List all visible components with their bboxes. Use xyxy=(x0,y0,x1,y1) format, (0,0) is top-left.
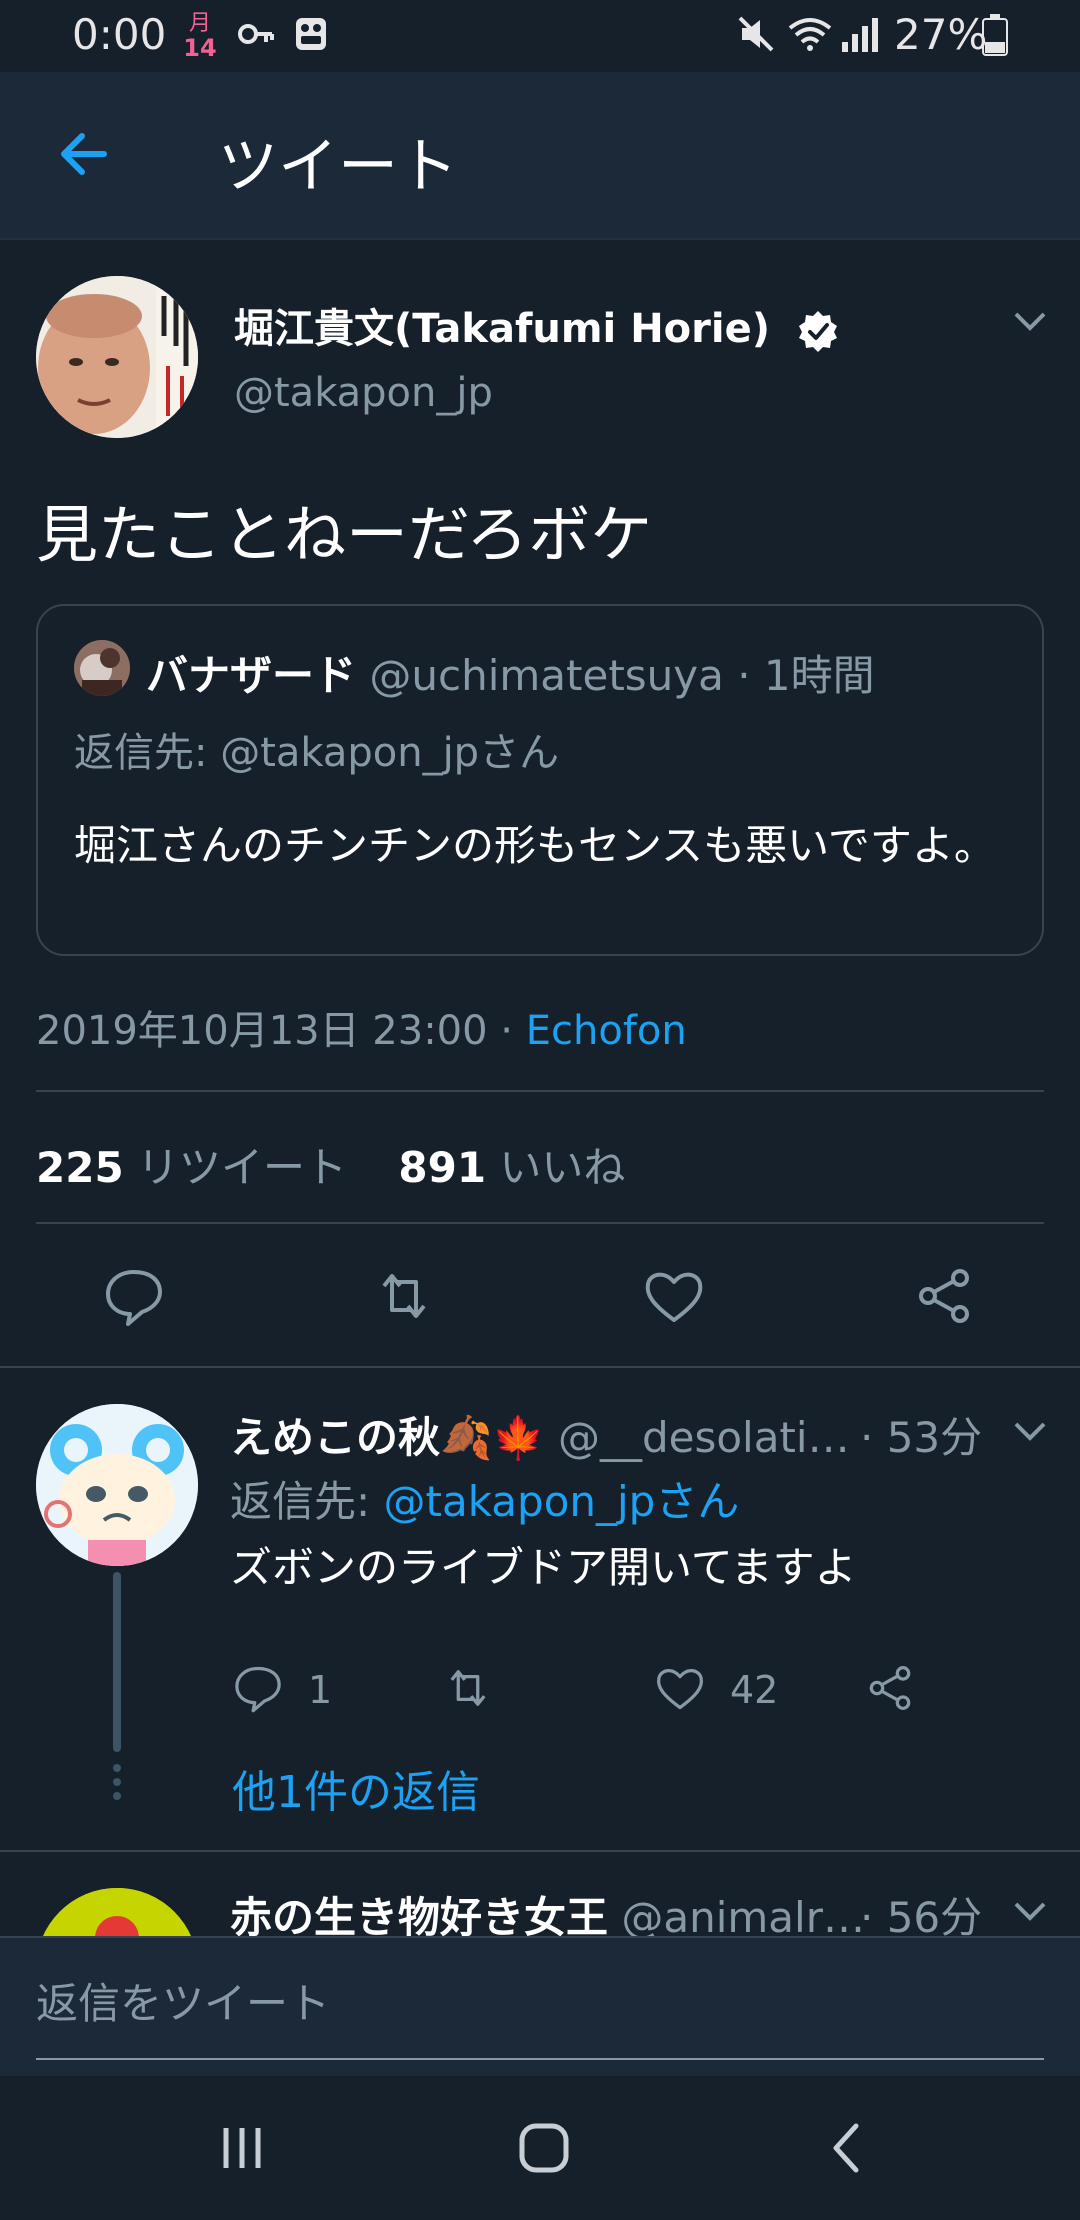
chevron-down-icon[interactable] xyxy=(1010,1416,1050,1446)
tweet-timestamp: 2019年10月13日 23:00 · Echofon xyxy=(36,998,687,1056)
thread-dot xyxy=(113,1764,121,1772)
quoted-tweet[interactable]: バナザード @uchimatetsuya · 1時間 返信先: @takapon… xyxy=(36,604,1044,956)
calendar-day: 14 xyxy=(183,34,217,62)
reply-header: えめこの秋🍂🍁 @__desolati… xyxy=(230,1404,850,1465)
reply-author-avatar[interactable] xyxy=(36,1404,198,1566)
thread-dot xyxy=(113,1792,121,1800)
reply-author-handle[interactable]: @animalr… xyxy=(608,1893,865,1942)
author-avatar[interactable] xyxy=(36,276,198,438)
thread-dot xyxy=(113,1778,121,1786)
divider xyxy=(36,1090,1044,1092)
calendar-month: 月 xyxy=(188,11,211,36)
status-bar: 0:00 月 14 27% xyxy=(0,0,1080,72)
mute-icon xyxy=(738,16,774,52)
reply-like-count: 42 xyxy=(730,1668,779,1712)
reply-to-line: 返信先: @takapon_jpさん xyxy=(230,1468,739,1529)
recent-apps-icon[interactable] xyxy=(212,2118,272,2178)
tweet-source-link[interactable]: Echofon xyxy=(526,1008,687,1054)
quoted-text: 堀江さんのチンチンの形もセンスも悪いですよ。 xyxy=(74,821,996,870)
calendar-icon: 月 14 xyxy=(180,11,220,62)
reply-composer xyxy=(0,1936,1080,2076)
divider xyxy=(0,1850,1080,1852)
quoted-author-avatar xyxy=(74,640,130,696)
reply-to-prefix: 返信先: xyxy=(230,1477,384,1526)
battery-percent: 27% xyxy=(894,10,988,59)
battery-icon xyxy=(982,14,1008,56)
tweet-stats: 225 リツイート 891 いいね xyxy=(36,1134,663,1195)
chevron-down-icon[interactable] xyxy=(1010,306,1050,336)
share-icon[interactable] xyxy=(864,1662,916,1714)
retweet-label[interactable]: リツイート xyxy=(124,1143,347,1192)
author-handle[interactable]: @takapon_jp xyxy=(234,370,493,416)
author-avatar-image xyxy=(36,276,198,438)
like-count[interactable]: 891 xyxy=(398,1143,486,1192)
divider xyxy=(36,1222,1044,1224)
reply-to-mention[interactable]: @takapon_jpさん xyxy=(384,1477,740,1526)
reply-author-handle[interactable]: @__desolati… xyxy=(545,1413,850,1462)
tweet-detail-screen: 0:00 月 14 27% ツイート 堀江貴文(Takafumi Horie) … xyxy=(0,0,1080,2220)
chevron-down-icon[interactable] xyxy=(1010,1896,1050,1926)
reply-icon[interactable] xyxy=(102,1264,166,1328)
quoted-meta: @uchimatetsuya · 1時間 xyxy=(356,651,875,700)
wifi-icon xyxy=(788,18,832,51)
reply-author-name[interactable]: えめこの秋🍂🍁 xyxy=(230,1413,545,1462)
page-title: ツイート xyxy=(218,132,458,202)
reply-reply-count: 1 xyxy=(308,1668,333,1712)
author-name[interactable]: 堀江貴文(Takafumi Horie) xyxy=(234,296,840,354)
status-time: 0:00 xyxy=(72,10,167,59)
reply-icon[interactable] xyxy=(232,1662,284,1714)
tweet-date: 2019年10月13日 23:00 · xyxy=(36,1008,526,1054)
input-underline xyxy=(36,2058,1044,2060)
divider xyxy=(0,1366,1080,1368)
share-icon[interactable] xyxy=(912,1264,976,1328)
like-label[interactable]: いいね xyxy=(486,1143,625,1192)
app-bar: ツイート xyxy=(0,72,1080,240)
verified-badge-icon xyxy=(798,311,837,352)
reply-time: · 53分 xyxy=(860,1413,983,1462)
reply-text: ズボンのライブドア開いてますよ xyxy=(230,1543,857,1592)
key-icon xyxy=(238,24,274,44)
back-icon[interactable] xyxy=(818,2118,878,2178)
retweet-icon[interactable] xyxy=(442,1662,494,1714)
quoted-reply-to: 返信先: @takapon_jpさん xyxy=(74,730,560,776)
tweet-text: 見たことねーだろボケ xyxy=(36,498,653,571)
home-icon[interactable] xyxy=(514,2118,574,2178)
retweet-count[interactable]: 225 xyxy=(36,1143,124,1192)
signal-icon xyxy=(842,18,878,52)
storage-icon xyxy=(296,18,326,50)
system-nav-bar xyxy=(0,2076,1080,2220)
reply-input[interactable] xyxy=(36,1974,1044,2032)
quoted-author-name: バナザード xyxy=(146,651,357,700)
more-replies-link[interactable]: 他1件の返信 xyxy=(232,1756,480,1820)
like-heart-icon[interactable] xyxy=(654,1662,706,1714)
thread-line xyxy=(113,1572,121,1752)
back-arrow-icon[interactable] xyxy=(52,122,116,186)
reply-avatar-image xyxy=(36,1404,198,1566)
quoted-avatar-image xyxy=(74,640,130,696)
author-name-text: 堀江貴文(Takafumi Horie) xyxy=(234,306,770,352)
retweet-icon[interactable] xyxy=(372,1264,436,1328)
quoted-header: バナザード @uchimatetsuya · 1時間 xyxy=(146,642,875,703)
like-heart-icon[interactable] xyxy=(642,1264,706,1328)
reply-author-name[interactable]: 赤の生き物好き女王 xyxy=(230,1893,608,1942)
